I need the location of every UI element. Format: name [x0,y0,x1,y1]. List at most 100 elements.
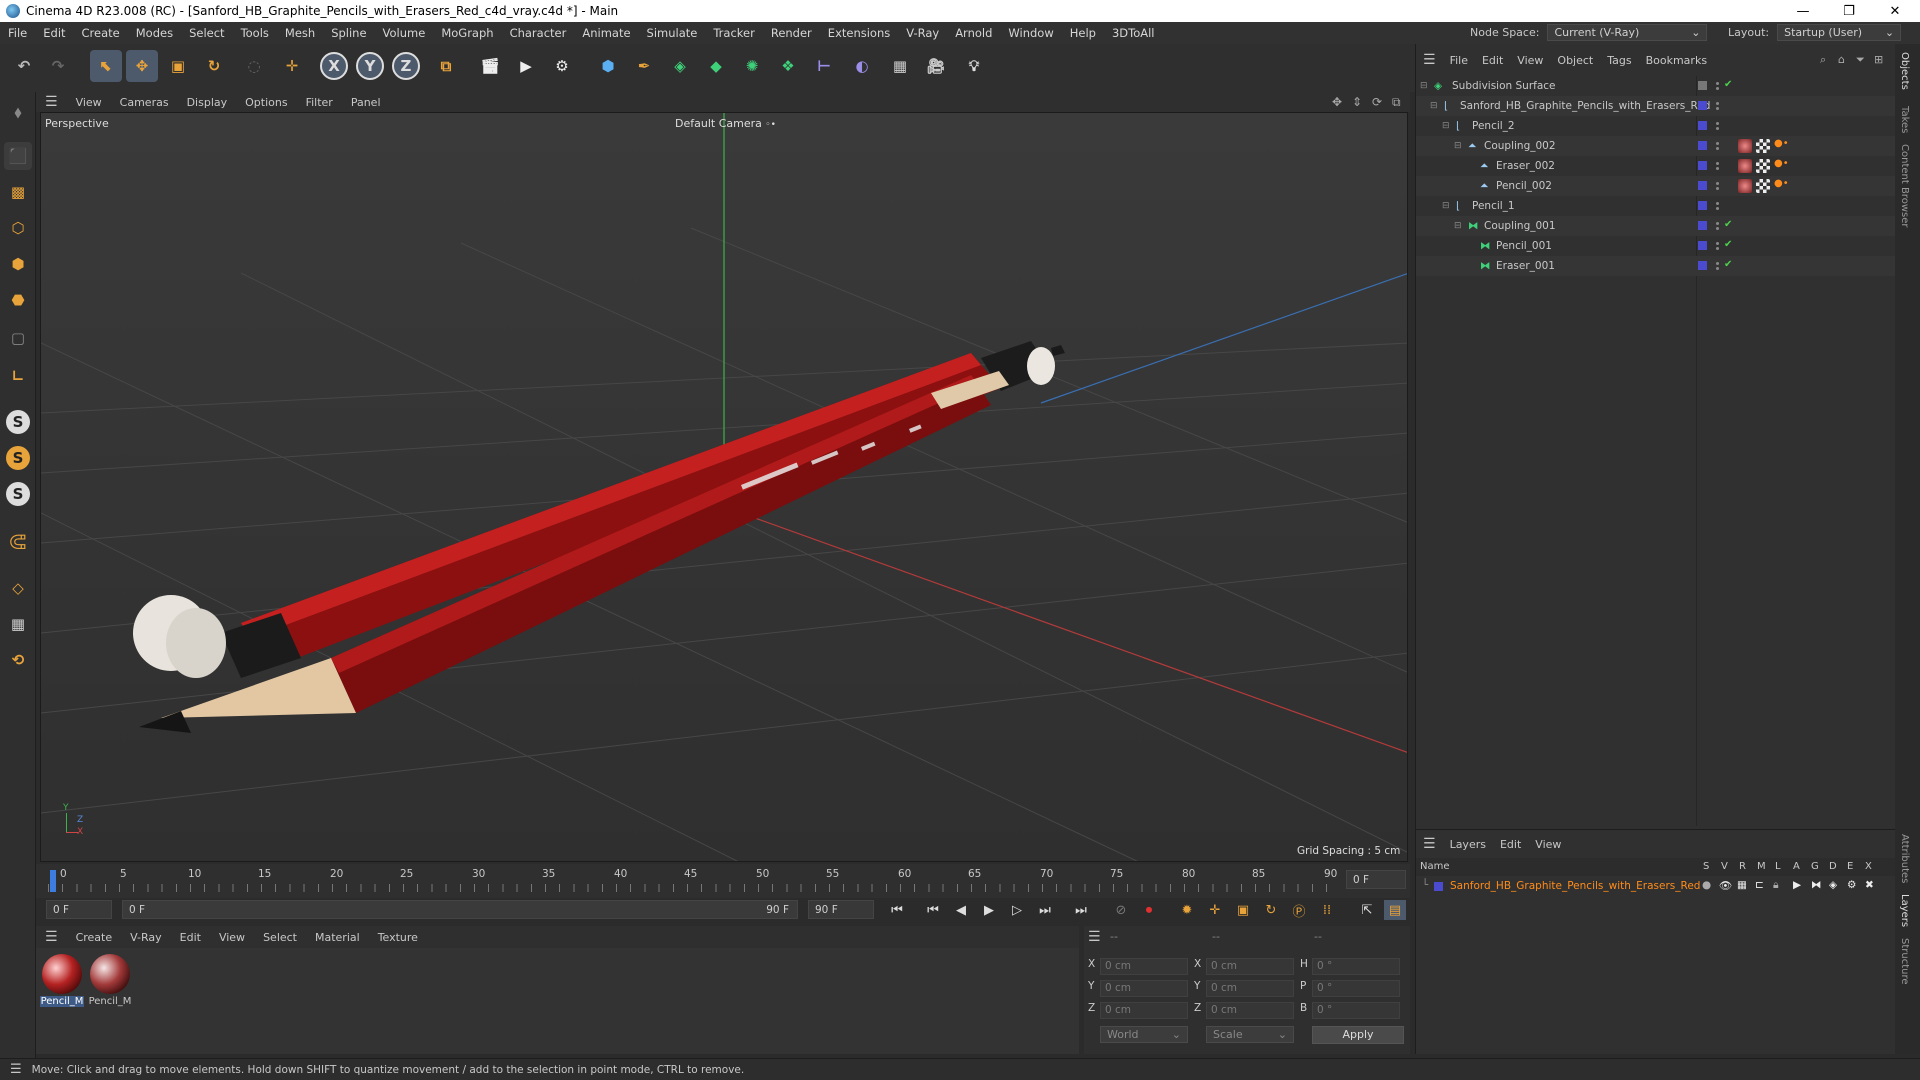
tab-attributes[interactable]: Attributes [1899,834,1910,883]
flag-animation-header[interactable]: A [1793,861,1800,872]
material-swatch[interactable]: Pencil_M [88,954,132,1007]
apply-button[interactable]: Apply [1312,1026,1404,1044]
visibility-dots[interactable] [1716,160,1719,172]
tab-structure[interactable]: Structure [1899,938,1910,985]
hamburger-icon[interactable]: ☰ [0,1062,32,1077]
tree-row-pencil-002[interactable]: ⏶ Pencil_002 ●• [1416,176,1896,196]
visibility-dots[interactable] [1716,240,1719,252]
visibility-dots[interactable] [1716,180,1719,192]
uvw-tag-icon[interactable] [1756,139,1770,153]
workplane-icon[interactable]: ◇ [4,574,32,602]
autokey-record-icon[interactable]: ⏺ [1138,900,1160,920]
model-mode-icon[interactable]: ⬛ [4,142,32,170]
menu-3dtoall[interactable]: 3DToAll [1104,26,1163,40]
cloner-icon[interactable]: ✺ [736,50,768,82]
viewport-menu-panel[interactable]: Panel [342,96,390,109]
layer-color-swatch[interactable] [1698,181,1707,190]
layer-color-swatch[interactable] [1698,161,1707,170]
transform-tool-icon[interactable]: ✛ [276,50,308,82]
object-menu-tags[interactable]: Tags [1600,54,1638,67]
size-x-field[interactable]: 0 cm [1206,958,1294,975]
viewport-menu-filter[interactable]: Filter [297,96,342,109]
menu-vray[interactable]: V-Ray [898,26,947,40]
menu-extensions[interactable]: Extensions [820,26,898,40]
tree-row-pencil-001[interactable]: ⧓ Pencil_001 ✔ [1416,236,1896,256]
key-move-icon[interactable]: ✛ [1204,900,1226,920]
menu-file[interactable]: File [0,26,35,40]
material-tag-icon[interactable] [1738,139,1752,153]
end-frame-field[interactable]: 90 F [808,900,874,919]
object-menu-file[interactable]: File [1443,54,1475,67]
visibility-dots[interactable] [1716,80,1719,92]
menu-simulate[interactable]: Simulate [639,26,706,40]
flag-view-header[interactable]: V [1721,861,1728,872]
material-menu-material[interactable]: Material [306,931,369,944]
frame-range-slider[interactable]: 0 F 90 F [122,900,798,919]
filter-icon[interactable]: ⏷ [1856,53,1865,67]
hamburger-icon[interactable]: ☰ [36,94,67,110]
visibility-dots[interactable] [1716,260,1719,272]
visibility-dots[interactable] [1716,140,1719,152]
hamburger-icon[interactable]: ☰ [1088,929,1101,945]
magnet-icon[interactable]: 🧲︎ [4,528,32,556]
motion-system-icon[interactable]: ⇱ [1356,900,1378,920]
make-editable-icon[interactable]: ⬧ [4,98,32,126]
tab-content-browser[interactable]: Content Browser [1899,144,1910,227]
pencil-2-model[interactable] [139,345,1065,733]
camera-object-icon[interactable]: 🎥︎ [920,50,952,82]
eye-icon[interactable]: 👁︎ [1719,879,1732,892]
coordinate-type-dropdown[interactable]: Scale ⌄ [1206,1026,1294,1043]
rotation-p-field[interactable]: 0 ° [1312,980,1400,997]
tab-layers[interactable]: Layers [1899,894,1910,927]
render-settings-icon[interactable]: ⚙ [546,50,578,82]
tree-row-eraser-002[interactable]: ⏶ Eraser_002 ●• [1416,156,1896,176]
redo-icon[interactable]: ↷ [42,50,74,82]
tree-row-eraser-001[interactable]: ⧓ Eraser_001 ✔ [1416,256,1896,276]
flag-deformers-header[interactable]: D [1829,861,1837,872]
tree-row-coupling-002[interactable]: ⊟ ⏶ Coupling_002 ●• [1416,136,1896,156]
flag-xref-header[interactable]: X [1865,861,1872,872]
timeline-window-icon[interactable]: ▤ [1384,900,1406,920]
key-rotation-icon[interactable]: ↻ [1260,900,1282,920]
layer-color-swatch[interactable] [1698,241,1707,250]
render-picture-viewer-icon[interactable]: ▶ [510,50,542,82]
mograph-fracture-icon[interactable]: ❖ [772,50,804,82]
locked-workplane-icon[interactable]: ⟲ [4,646,32,674]
key-position-icon[interactable]: ✹ [1176,900,1198,920]
collapse-icon[interactable]: ⊟ [1430,101,1438,111]
material-menu-view[interactable]: View [210,931,254,944]
new-window-icon[interactable]: ⊞ [1874,53,1883,66]
field-icon[interactable]: ◐ [846,50,878,82]
layout-dropdown[interactable]: Startup (User) ⌄ [1777,24,1902,41]
layer-color-swatch[interactable] [1434,882,1443,891]
deformer-bend-icon[interactable]: ⊢ [808,50,840,82]
key-scale-icon[interactable]: ▣ [1232,900,1254,920]
close-button[interactable]: ✕ [1872,0,1918,22]
3d-viewport[interactable]: Perspective Default Camera ◦• Grid Spaci… [40,112,1408,862]
go-to-start-icon[interactable]: ⏮ [886,900,908,920]
tab-takes[interactable]: Takes [1899,106,1910,133]
workplane-snap-icon[interactable]: S [6,482,30,506]
undo-icon[interactable]: ↶ [8,50,40,82]
collapse-icon[interactable]: ⊟ [1454,221,1462,231]
visibility-dots[interactable] [1716,120,1719,132]
menu-edit[interactable]: Edit [35,26,73,40]
tree-row-subdivision-surface[interactable]: ⊟ ◈ Subdivision Surface ✔ [1416,76,1896,96]
viewport-menu-view[interactable]: View [67,96,111,109]
play-icon[interactable]: ▶ [978,900,1000,920]
go-to-end-icon[interactable]: ⏭ [1070,900,1092,920]
layer-color-swatch[interactable] [1698,261,1707,270]
menu-mograph[interactable]: MoGraph [433,26,501,40]
menu-modes[interactable]: Modes [128,26,181,40]
menu-help[interactable]: Help [1062,26,1104,40]
flag-expressions-header[interactable]: E [1847,861,1853,872]
manager-tree-icon[interactable]: ⊏ [1755,879,1764,891]
active-camera-label[interactable]: Default Camera ◦• [675,117,776,130]
layer-color-swatch[interactable] [1698,141,1707,150]
expression-icon[interactable]: ⚙ [1847,879,1856,891]
coordinate-mode-dropdown[interactable]: World ⌄ [1100,1026,1188,1043]
playhead[interactable] [50,870,56,892]
maximize-button[interactable]: ❐ [1826,0,1872,22]
tree-row-pencil-2[interactable]: ⊟ ⌊ Pencil_2 [1416,116,1896,136]
points-mode-icon[interactable]: ⬡ [4,214,32,242]
